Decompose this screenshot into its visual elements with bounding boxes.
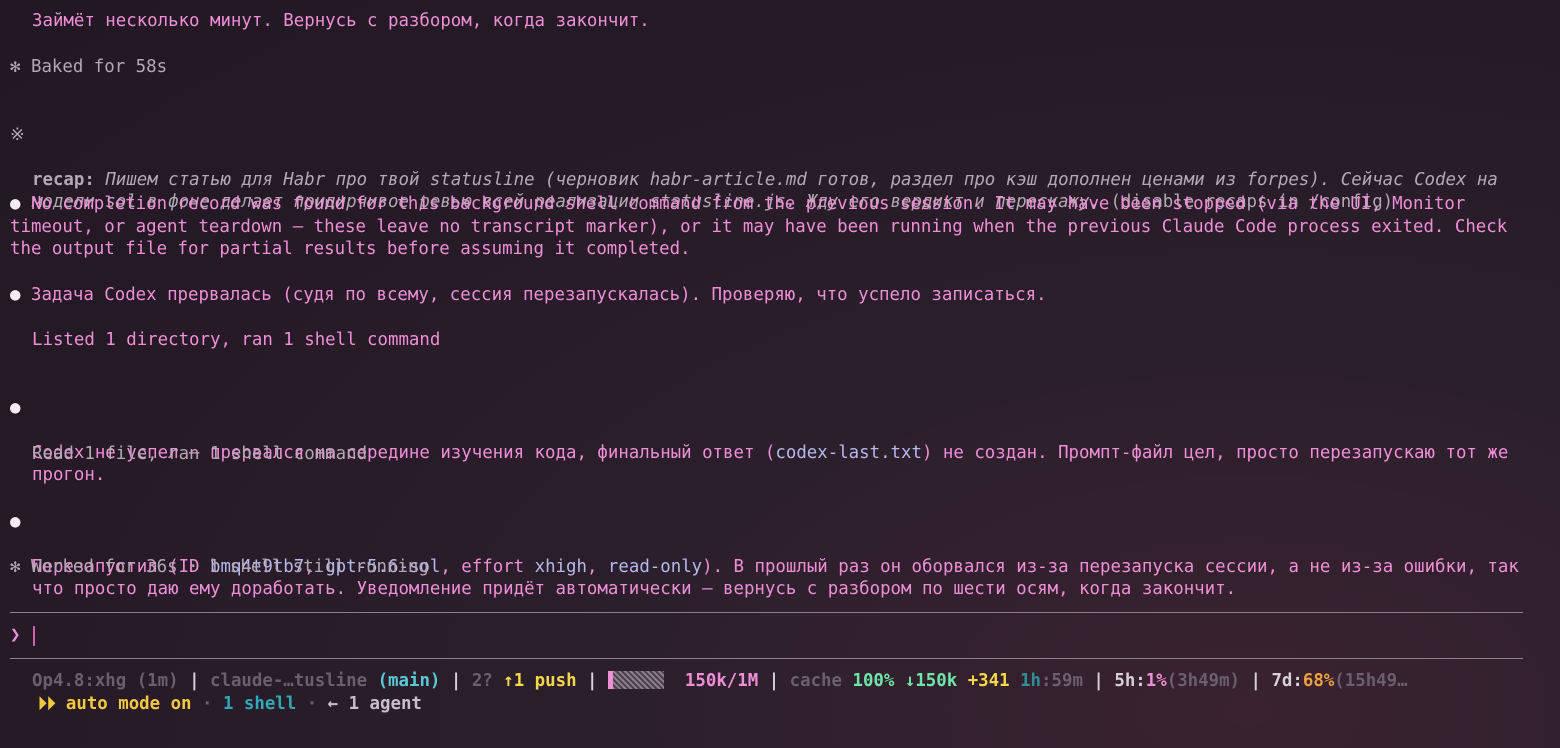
directory-name: claude-…tusline — [210, 671, 368, 691]
prompt-input[interactable] — [40, 622, 1520, 648]
context-gauge-empty — [612, 671, 664, 689]
seven-day-percent: 68% — [1302, 671, 1335, 691]
assistant-message: ● Задача Codex прервалась (судя по всему… — [10, 284, 1540, 307]
statusline: Op4.8:xhg (1m) | claude-…tusline (main) … — [32, 670, 1408, 692]
cache-ttl-hours: 1h — [1020, 671, 1042, 691]
recap-label: recap: — [32, 169, 95, 190]
assistant-message-start: Займёт несколько минут. Вернусь с разбор… — [32, 11, 650, 31]
five-hour-label: 5h: — [1114, 671, 1146, 691]
tool-summary[interactable]: Listed 1 directory, ran 1 shell command — [10, 329, 1540, 352]
seven-day-label: 7d: — [1271, 671, 1303, 691]
asterisk-icon: ✻ — [10, 57, 21, 77]
input-top-divider — [10, 612, 1523, 613]
fast-forward-icon: ⏵⏵ — [38, 694, 56, 714]
prompt-chevron-icon: ❯ — [10, 625, 21, 645]
five-hour-reset: (3h49m) — [1166, 671, 1241, 691]
seven-day-reset: (15h49… — [1334, 671, 1408, 691]
shell-count[interactable]: 1 shell — [223, 694, 296, 714]
separator: | — [576, 671, 608, 691]
git-branch: (main) — [377, 671, 441, 691]
input-bottom-divider — [10, 658, 1523, 659]
separator: | — [440, 671, 472, 691]
baked-status: ✻ Baked for 58s — [10, 56, 1540, 79]
mode-line: ⏵⏵ auto mode on · 1 shell · ← 1 agent — [38, 693, 422, 715]
worked-status: ✻ Worked for 36s · 1 shell still running — [10, 556, 1540, 579]
system-notice: ● No completion record was found for thi… — [10, 193, 1540, 261]
separator: | — [758, 671, 790, 691]
push-indicator: ↑1 push — [503, 671, 577, 691]
separator: | — [178, 671, 211, 691]
cache-label: cache — [789, 671, 842, 691]
tool-summary[interactable]: Read 1 file, ran 1 shell command — [10, 443, 1540, 466]
separator: | — [1082, 671, 1115, 691]
separator: | — [1240, 671, 1272, 691]
recap-icon: ※ — [10, 124, 25, 145]
notice-text: No completion record was found for this … — [10, 194, 1518, 260]
bullet-icon: ● — [10, 511, 21, 532]
auto-mode-toggle[interactable]: auto mode on — [66, 694, 192, 714]
context-usage: 150k/1M — [684, 671, 759, 691]
message-text: Задача Codex прервалась (судя по всему, … — [30, 285, 1047, 305]
worked-text: Worked for 36s · 1 shell still running — [30, 557, 429, 577]
bullet-icon: ● — [10, 285, 21, 305]
cache-ttl-minutes: :59m — [1041, 671, 1083, 691]
bullet-icon: ● — [10, 397, 21, 418]
separator-dot: · — [191, 694, 223, 714]
cache-read: ↓150k — [904, 671, 958, 691]
cache-write: +341 — [967, 671, 1010, 691]
model-indicator: Op4.8:xhg (1m) — [32, 671, 179, 691]
asterisk-icon: ✻ — [10, 557, 21, 577]
five-hour-percent: 1% — [1145, 671, 1167, 691]
agent-count[interactable]: ← 1 agent — [328, 694, 422, 714]
text-cursor[interactable] — [33, 626, 35, 646]
cache-hit-rate: 100% — [852, 671, 895, 691]
separator-dot: · — [296, 694, 328, 714]
untracked-count: 2? — [471, 671, 493, 691]
bullet-icon: ● — [10, 194, 21, 214]
baked-text: Baked for 58s — [30, 57, 168, 77]
